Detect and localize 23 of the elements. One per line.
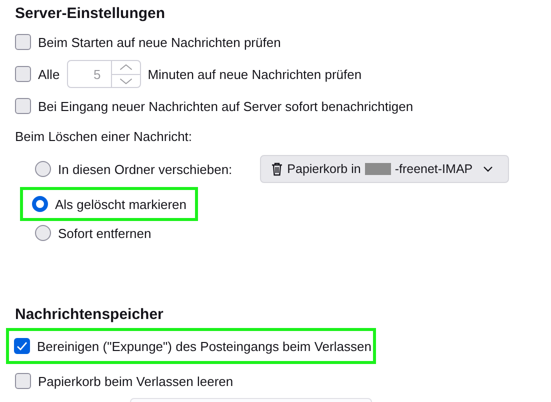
radio-button[interactable]	[32, 196, 48, 212]
checkbox[interactable]	[14, 338, 30, 354]
option-label: In diesen Ordner verschieben:	[58, 162, 232, 176]
option-label: Alle	[38, 66, 60, 82]
option-label: Minuten auf neue Nachrichten prüfen	[148, 66, 362, 82]
option-label: Beim Starten auf neue Nachrichten prüfen	[38, 34, 281, 50]
section-heading: Nachrichtenspeicher	[15, 305, 164, 325]
checkbox[interactable]	[15, 34, 31, 50]
option-label: Als gelöscht markieren	[55, 196, 186, 212]
checkmark-icon	[16, 340, 28, 352]
trash-icon	[271, 162, 284, 176]
option-label: Bereinigen ("Expunge") des Posteingangs beim Verlassen	[37, 338, 372, 354]
option-label: Papierkorb beim Verlassen leeren	[38, 374, 234, 388]
option-label: Sofort entfernen	[58, 226, 152, 240]
radio-button[interactable]	[35, 225, 51, 241]
checkbox[interactable]	[15, 373, 31, 389]
section-heading: Server-Einstellungen	[15, 4, 166, 24]
chevron-icon	[482, 166, 493, 172]
folder-dropdown[interactable]: Papierkorb in -freenet-IMAP	[260, 155, 510, 183]
section-label: Beim Löschen einer Nachricht:	[15, 128, 194, 146]
option-label: Bei Eingang neuer Nachrichten auf Server sofort benachrichtigen	[38, 98, 414, 114]
radio-button[interactable]	[35, 161, 51, 177]
checkbox[interactable]	[15, 98, 31, 114]
